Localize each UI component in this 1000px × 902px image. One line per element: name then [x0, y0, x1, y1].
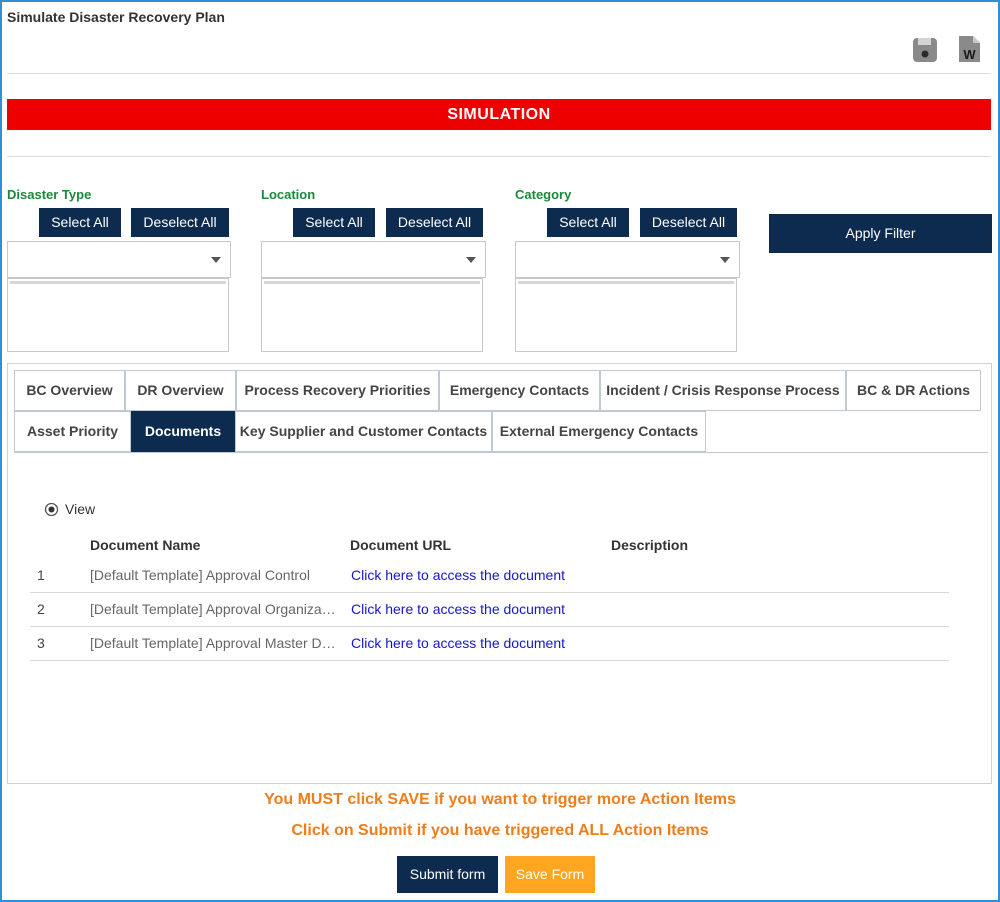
row-number: 1 [37, 567, 45, 583]
listbox-scroll-bar [518, 281, 734, 284]
row-number: 3 [37, 635, 45, 651]
apply-filter-button[interactable]: Apply Filter [769, 214, 992, 253]
location-label: Location [261, 187, 316, 202]
document-name: [Default Template] Approval Control [90, 567, 310, 583]
chevron-down-icon [466, 257, 476, 263]
page-title: Simulate Disaster Recovery Plan [7, 9, 225, 25]
location-deselect-all-button[interactable]: Deselect All [386, 208, 483, 237]
svg-text:W: W [963, 47, 976, 62]
chevron-down-icon [211, 257, 221, 263]
column-header-document-name: Document Name [90, 537, 201, 553]
row-number: 2 [37, 601, 45, 617]
tab-documents[interactable]: Documents [131, 411, 235, 452]
location-select-all-button[interactable]: Select All [293, 208, 375, 237]
category-label: Category [515, 187, 572, 202]
listbox-scroll-bar [10, 281, 226, 284]
category-select-all-button[interactable]: Select All [547, 208, 629, 237]
category-listbox[interactable] [515, 278, 737, 352]
save-form-button[interactable]: Save Form [505, 856, 595, 893]
location-dropdown[interactable] [261, 241, 486, 278]
submit-form-button[interactable]: Submit form [397, 856, 498, 893]
submit-notice: Click on Submit if you have triggered AL… [291, 822, 709, 839]
column-header-document-url: Document URL [350, 537, 452, 553]
eye-icon [44, 502, 59, 516]
tab-emergency-contacts[interactable]: Emergency Contacts [439, 370, 600, 411]
tab-strip-divider [14, 452, 988, 453]
tab-key-supplier-and-customer-contacts[interactable]: Key Supplier and Customer Contacts [235, 411, 492, 452]
chevron-down-icon [720, 257, 730, 263]
category-dropdown[interactable] [515, 241, 740, 278]
tab-bc-dr-actions[interactable]: BC & DR Actions [846, 370, 981, 411]
table-row: 3 [Default Template] Approval Master Da.… [30, 626, 949, 660]
disaster-type-select-all-button[interactable]: Select All [39, 208, 121, 237]
tab-incident-crisis-response-process[interactable]: Incident / Crisis Response Process [600, 370, 846, 411]
document-name: [Default Template] Approval Organizati..… [90, 601, 336, 617]
listbox-scroll-bar [264, 281, 480, 284]
tab-external-emergency-contacts[interactable]: External Emergency Contacts [492, 411, 706, 452]
divider [7, 73, 991, 74]
document-link[interactable]: Click here to access the document [351, 626, 565, 660]
disaster-type-dropdown[interactable] [7, 241, 231, 278]
tab-process-recovery-priorities[interactable]: Process Recovery Priorities [236, 370, 439, 411]
disaster-type-deselect-all-button[interactable]: Deselect All [131, 208, 229, 237]
location-listbox[interactable] [261, 278, 483, 352]
tab-dr-overview[interactable]: DR Overview [125, 370, 236, 411]
save-icon[interactable] [911, 34, 939, 64]
document-link[interactable]: Click here to access the document [351, 592, 565, 626]
word-export-icon[interactable]: W [955, 34, 983, 64]
category-deselect-all-button[interactable]: Deselect All [640, 208, 737, 237]
tab-bc-overview[interactable]: BC Overview [14, 370, 125, 411]
table-row: 1 [Default Template] Approval Control Cl… [30, 558, 949, 592]
disaster-type-listbox[interactable] [7, 278, 229, 352]
document-link[interactable]: Click here to access the document [351, 558, 565, 592]
simulation-banner: SIMULATION [7, 99, 991, 130]
column-header-description: Description [611, 537, 689, 553]
view-label: View [65, 501, 96, 517]
document-name: [Default Template] Approval Master Da... [90, 635, 336, 651]
table-row: 2 [Default Template] Approval Organizati… [30, 592, 949, 626]
save-notice: You MUST click SAVE if you want to trigg… [264, 791, 736, 808]
view-toggle[interactable]: View [44, 501, 95, 517]
row-divider [30, 660, 949, 661]
disaster-type-label: Disaster Type [7, 187, 92, 202]
divider [7, 156, 991, 157]
tab-asset-priority[interactable]: Asset Priority [14, 411, 131, 452]
